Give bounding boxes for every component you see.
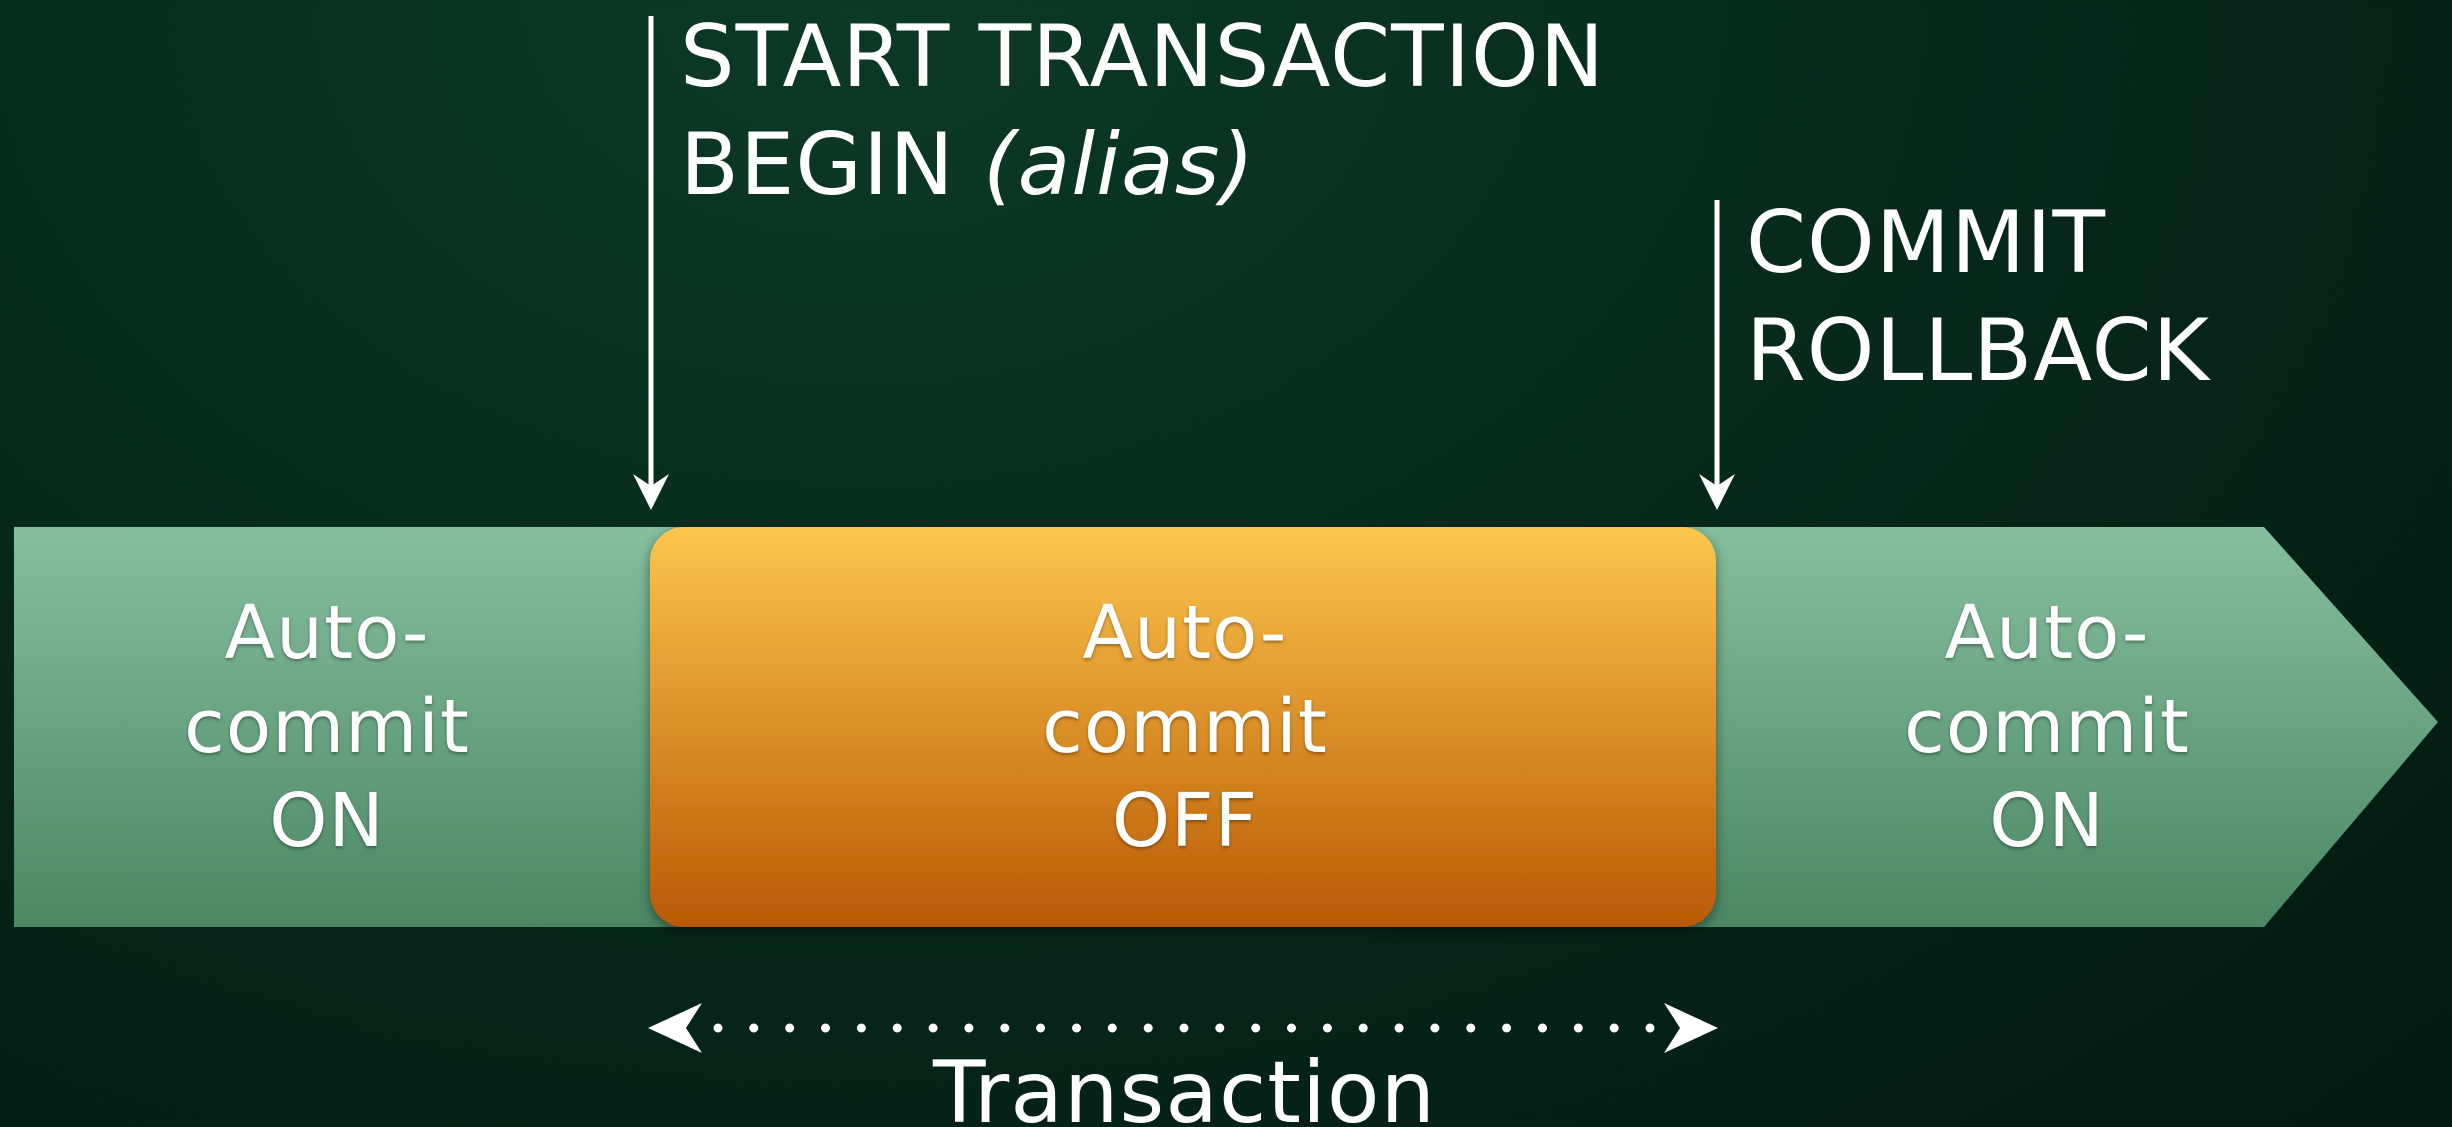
state-middle-line2: commit [1042,684,1328,770]
span-dot [1609,1023,1619,1033]
state-autocommit-off: Auto- commit OFF [1000,586,1370,868]
span-dot [749,1023,759,1033]
span-dot [821,1023,830,1033]
span-dot [1143,1023,1153,1033]
rollback-text: ROLLBACK [1746,301,2211,401]
span-dot [856,1023,866,1033]
start-arrow [633,16,669,510]
state-autocommit-on-left: Auto- commit ON [142,586,512,868]
state-right-line3: ON [1989,778,2105,864]
span-dot [1251,1023,1261,1033]
state-left-line3: ON [269,778,385,864]
span-arrow-right-head [1664,1003,1718,1053]
state-right-line2: commit [1904,684,2190,770]
end-arrow [1699,200,1735,510]
span-dot [1107,1023,1117,1033]
span-arrow-left-head [648,1003,702,1053]
span-dot [1036,1023,1046,1033]
span-dot [892,1023,902,1033]
start-transaction-label: START TRANSACTION BEGIN (alias) [680,14,1605,208]
span-dot [785,1023,795,1033]
state-middle-line3: OFF [1111,778,1259,864]
span-dot [964,1023,974,1033]
begin-text: BEGIN [680,115,955,215]
state-left-line1: Auto- [224,590,430,676]
span-dot [1287,1023,1296,1033]
state-left-line2: commit [184,684,470,770]
transaction-label: Transaction [933,1043,1436,1127]
span-dot [1322,1023,1332,1033]
span-dot [1538,1023,1547,1033]
start-transaction-text: START TRANSACTION [680,7,1606,107]
span-dot [928,1023,938,1033]
span-dot [713,1023,723,1033]
span-dot [1358,1023,1368,1033]
commit-rollback-label: COMMIT ROLLBACK [1746,200,2210,394]
state-autocommit-on-right: Auto- commit ON [1862,586,2232,868]
span-dot [1394,1023,1404,1033]
state-right-line1: Auto- [1944,590,2150,676]
span-dot [1072,1023,1081,1033]
span-dot [1466,1023,1476,1033]
span-dot [1215,1023,1225,1033]
state-middle-line1: Auto- [1082,590,1288,676]
commit-text: COMMIT [1746,193,2107,293]
span-dot [1645,1023,1655,1033]
span-dot [1179,1023,1189,1033]
alias-text: (alias) [983,115,1256,215]
span-dot [1502,1023,1512,1033]
span-dot [1430,1023,1440,1033]
span-dot [1573,1023,1583,1033]
span-dot [1000,1023,1010,1033]
